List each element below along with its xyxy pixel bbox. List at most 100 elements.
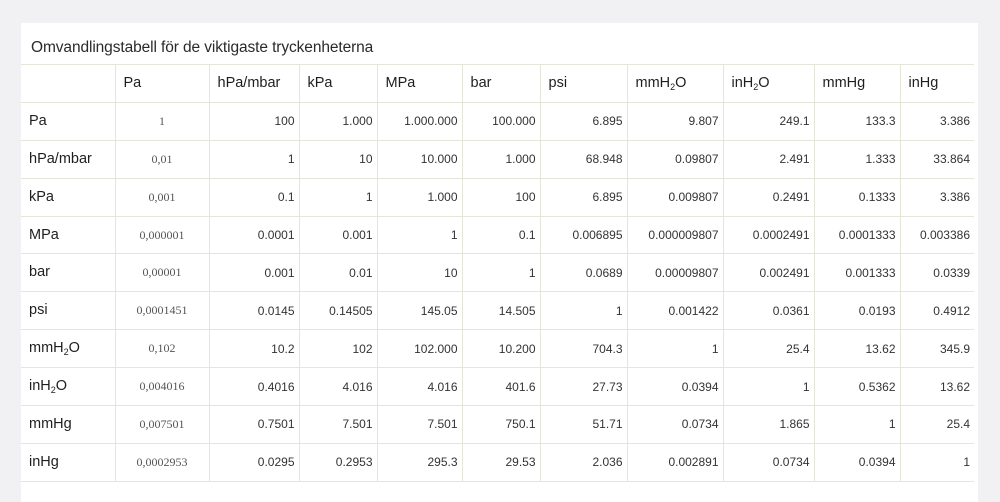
table-cell: 345.9: [900, 329, 974, 369]
column-header: inH2O: [723, 64, 815, 103]
table-cell: 1.000: [462, 140, 541, 179]
table-cell: 7.501: [377, 405, 463, 444]
table-cell: 51.71: [540, 405, 628, 444]
unit-text: bar: [29, 264, 50, 281]
table-cell: 2.491: [723, 140, 815, 179]
table-cell: 1: [462, 253, 541, 293]
table-cell: 1: [814, 405, 901, 444]
table-cell: 1.000: [377, 178, 463, 217]
column-header: Pa: [115, 64, 210, 103]
unit-text: Pa: [123, 74, 142, 91]
table-cell: 0.4912: [900, 291, 974, 331]
unit-text: bar: [470, 74, 492, 91]
corner-cell: [21, 64, 116, 103]
table-row: MPa 0,000001 0.0001 0.001 1 0.1 0.006895 0.0000…: [21, 216, 974, 255]
table-cell: 0,000001: [115, 216, 210, 255]
column-header: mmH2O: [627, 64, 724, 103]
table-cell: 0,0002953: [115, 443, 210, 482]
table-cell: 10: [377, 253, 463, 293]
table-cell: 1.000.000: [377, 102, 463, 141]
table-cell: 10.000: [377, 140, 463, 179]
unit-text: MPa: [385, 74, 416, 91]
table-cell: 0.0394: [627, 367, 724, 407]
table-cell: 249.1: [723, 102, 815, 141]
column-header: bar: [462, 64, 541, 103]
unit-text: kPa: [29, 188, 54, 205]
table-cell: 0.0001333: [814, 216, 901, 255]
table-cell: 102: [299, 329, 378, 369]
unit-text: mmH: [635, 74, 671, 91]
table-cell: 1: [115, 102, 210, 141]
table-cell: 0.0002491: [723, 216, 815, 255]
table-cell: 0.09807: [627, 140, 724, 179]
table-cell: 33.864: [900, 140, 974, 179]
table-cell: 14.505: [462, 291, 541, 331]
table-row: inHg 0,0002953 0.0295 0.2953 295.3 29.53 2.036…: [21, 443, 974, 482]
table-cell: 25.4: [723, 329, 815, 369]
table-cell: 1: [299, 178, 378, 217]
column-header: mmHg: [814, 64, 901, 103]
row-header: Pa: [21, 102, 116, 141]
row-header: MPa: [21, 216, 116, 255]
table-cell: 3.386: [900, 102, 974, 141]
unit-text: psi: [548, 74, 568, 91]
table-row: Pa 1 100 1.000 1.000.000 100.000 6.895 9.807 249…: [21, 102, 974, 141]
table-cell: 9.807: [627, 102, 724, 141]
table-cell: 102.000: [377, 329, 463, 369]
unit-text: MPa: [29, 226, 59, 243]
table-cell: 0.0361: [723, 291, 815, 331]
unit-text: hPa/mbar: [217, 74, 281, 91]
table-cell: 0.1: [209, 178, 300, 217]
table-cell: 0,102: [115, 329, 210, 369]
unit-text: mmHg: [822, 74, 866, 91]
table-cell: 0,0001451: [115, 291, 210, 331]
table-cell: 0,004016: [115, 367, 210, 407]
table-row: bar 0,00001 0.001 0.01 10 1 0.0689 0.00009807 0.…: [21, 253, 974, 293]
table-cell: 6.895: [540, 102, 628, 141]
table-cell: 0.002491: [723, 253, 815, 293]
table-cell: 3.386: [900, 178, 974, 217]
table-cell: 6.895: [540, 178, 628, 217]
table-cell: 0.0734: [723, 443, 815, 482]
row-header: bar: [21, 253, 116, 293]
table-cell: 10.2: [209, 329, 300, 369]
table-cell: 0,007501: [115, 405, 210, 444]
table-cell: 0.01: [299, 253, 378, 293]
conversion-table-panel: Omvandlingstabell för de viktigaste tryc…: [21, 23, 978, 502]
table-title: Omvandlingstabell för de viktigaste tryc…: [31, 39, 374, 56]
table-cell: 1: [377, 216, 463, 255]
table-cell: 0.000009807: [627, 216, 724, 255]
table-cell: 7.501: [299, 405, 378, 444]
table-cell: 0.0339: [900, 253, 974, 293]
unit-text: inH: [29, 378, 51, 395]
table-cell: 145.05: [377, 291, 463, 331]
table-cell: 133.3: [814, 102, 901, 141]
table-cell: 13.62: [814, 329, 901, 369]
table-cell: 0.1: [462, 216, 541, 255]
table-cell: 1.333: [814, 140, 901, 179]
table-cell: 0.1333: [814, 178, 901, 217]
table-cell: 27.73: [540, 367, 628, 407]
table-cell: 1: [900, 443, 974, 482]
table-cell: 0.001: [299, 216, 378, 255]
column-header: MPa: [377, 64, 463, 103]
table-cell: 10: [299, 140, 378, 179]
table-cell: 0,01: [115, 140, 210, 179]
table-cell: 1: [723, 367, 815, 407]
table-cell: 0.2953: [299, 443, 378, 482]
table-cell: 0.0734: [627, 405, 724, 444]
table-cell: 100: [209, 102, 300, 141]
table-cell: 0.001333: [814, 253, 901, 293]
unit-text-suffix: O: [68, 340, 80, 357]
table-row: kPa 0,001 0.1 1 1.000 100 6.895 0.009807 0.2491 0…: [21, 178, 974, 217]
column-header: kPa: [299, 64, 378, 103]
row-header: inHg: [21, 443, 116, 482]
table-cell: 1: [209, 140, 300, 179]
table-cell: 2.036: [540, 443, 628, 482]
pressure-conversion-table: Pa hPa/mbar kPa MPa bar psi mmH2O inH2O mmHg inHg…: [21, 64, 974, 482]
unit-text: inH: [731, 74, 754, 91]
table-cell: 10.200: [462, 329, 541, 369]
table-cell: 0.001422: [627, 291, 724, 331]
table-cell: 0.0394: [814, 443, 901, 482]
table-cell: 0.00009807: [627, 253, 724, 293]
